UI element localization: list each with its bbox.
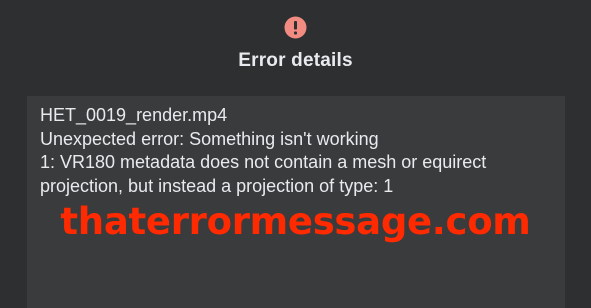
details-line-error-reason-cont: projection, but instead a projection of … (40, 175, 394, 196)
dialog-title: Error details (238, 50, 353, 71)
watermark-text: thaterrormessage.com (60, 200, 531, 243)
error-details-text: HET_0019_render.mp4 Unexpected error: So… (40, 104, 560, 198)
error-dialog: Error details HET_0019_render.mp4 Unexpe… (0, 0, 591, 308)
details-line-error-reason: 1: VR180 metadata does not contain a mes… (40, 152, 487, 172)
error-icon (284, 16, 307, 39)
details-line-filename: HET_0019_render.mp4 (40, 105, 228, 125)
details-line-error-summary: Unexpected error: Something isn't workin… (40, 128, 379, 149)
